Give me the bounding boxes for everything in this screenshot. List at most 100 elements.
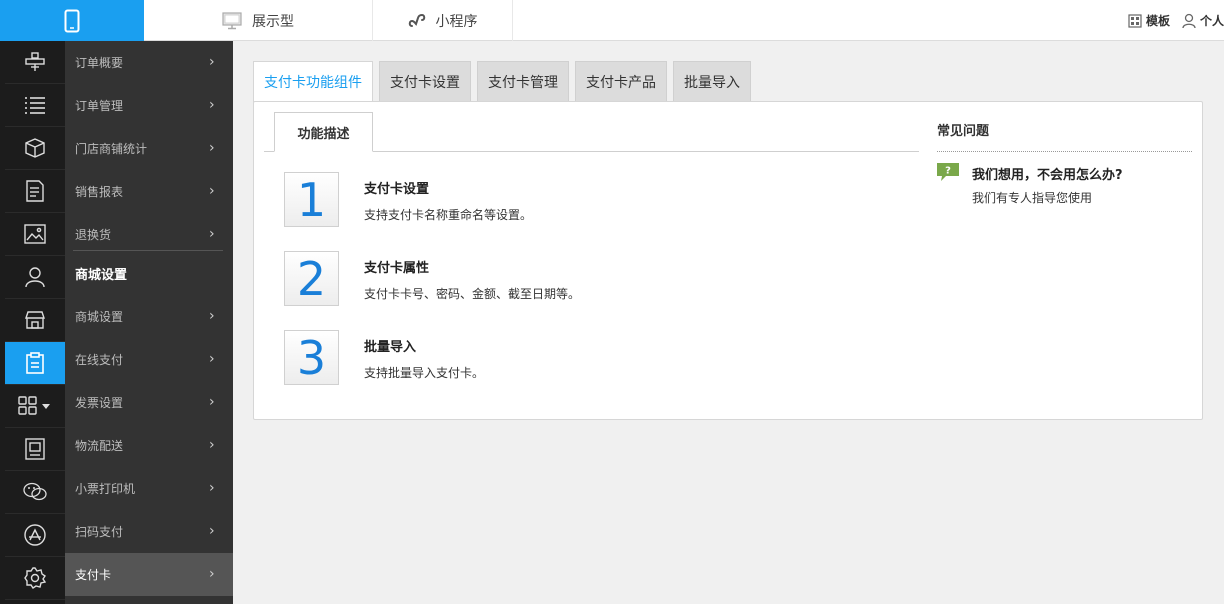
- tab-payment-card-components[interactable]: 支付卡功能组件: [253, 61, 373, 102]
- submenu-item-label: 发票设置: [75, 396, 124, 410]
- faq-question[interactable]: 我们想用，不会用怎么办?: [972, 164, 1123, 183]
- chevron-right-icon: ›: [209, 351, 215, 367]
- submenu-item-mall-settings[interactable]: 商城设置 ›: [65, 295, 233, 338]
- user-icon: [1182, 13, 1196, 28]
- rail-item-user[interactable]: [5, 256, 65, 299]
- app-store-icon: [24, 524, 46, 546]
- feature-description: 支持批量导入支付卡。: [364, 366, 485, 380]
- rail-item-image[interactable]: [5, 213, 65, 256]
- user-icon: [25, 267, 45, 288]
- submenu-item-receipt-printer[interactable]: 小票打印机 ›: [65, 467, 233, 510]
- submenu-item-label: 支付卡: [75, 568, 112, 582]
- feature-title: 支付卡设置: [364, 182, 430, 197]
- gear-icon: [24, 567, 46, 589]
- submenu-item-label: 订单概要: [75, 56, 124, 70]
- personal-label: 个人: [1199, 14, 1224, 28]
- submenu-section-mall-settings: 商城设置: [65, 252, 233, 295]
- chevron-right-icon: ›: [209, 97, 215, 113]
- submenu-item-label: 小票打印机: [75, 482, 136, 496]
- feature-number: 1: [284, 172, 339, 227]
- report-icon: [26, 180, 44, 202]
- submenu-item-label: 在线支付: [75, 353, 124, 367]
- top-right-links: 模板 个人: [1128, 0, 1224, 41]
- top-bar: 展示型 小程序 模板 个人: [0, 0, 1224, 41]
- chevron-right-icon: ›: [209, 566, 215, 582]
- rail-item-clipboard[interactable]: [5, 342, 65, 385]
- submenu-item-online-payment[interactable]: 在线支付 ›: [65, 338, 233, 381]
- rail-item-list[interactable]: [5, 84, 65, 127]
- rail-item-appstore[interactable]: [5, 514, 65, 557]
- tab-payment-card-management[interactable]: 支付卡管理: [477, 61, 569, 101]
- store-icon: [25, 311, 45, 329]
- submenu-item-label: 商城设置: [75, 310, 124, 324]
- feature-description: 支持支付卡名称重命名等设置。: [364, 208, 533, 222]
- feature-item: 3 批量导入 支持批量导入支付卡。: [284, 330, 884, 386]
- submenu-item-label: 退换货: [75, 228, 112, 242]
- rail-item-settings[interactable]: [5, 557, 65, 600]
- tab-payment-card-products[interactable]: 支付卡产品: [575, 61, 667, 101]
- icon-rail: [0, 41, 65, 604]
- tab-batch-import[interactable]: 批量导入: [673, 61, 751, 101]
- submenu-item-invoice-settings[interactable]: 发票设置 ›: [65, 381, 233, 424]
- feature-item: 2 支付卡属性 支付卡卡号、密码、金额、截至日期等。: [284, 251, 884, 307]
- svg-text:?: ?: [945, 166, 951, 177]
- personal-link[interactable]: 个人: [1182, 12, 1224, 29]
- poster-icon: [25, 438, 45, 460]
- feature-title: 支付卡属性: [364, 261, 430, 276]
- submenu-item-scan-pay[interactable]: 扫码支付 ›: [65, 510, 233, 553]
- faq-title: 常见问题: [937, 112, 1192, 152]
- tab-payment-card-settings[interactable]: 支付卡设置: [379, 61, 471, 101]
- feature-item: 1 支付卡设置 支持支付卡名称重命名等设置。: [284, 172, 884, 228]
- submenu-item-order-summary[interactable]: 订单概要 ›: [65, 41, 233, 84]
- faq-question-row[interactable]: ? 我们想用，不会用怎么办?: [937, 163, 1192, 183]
- main-content: 支付卡功能组件 支付卡设置 支付卡管理 支付卡产品 批量导入 功能描述 1 支付…: [233, 41, 1224, 604]
- submenu-item-label: 销售报表: [75, 185, 124, 199]
- chevron-right-icon: ›: [209, 437, 215, 453]
- submenu-item-sales-report[interactable]: 销售报表 ›: [65, 170, 233, 213]
- feature-title: 批量导入: [364, 340, 417, 355]
- rail-item-wechat[interactable]: [5, 471, 65, 514]
- faq-section: 常见问题 ? 我们想用，不会用怎么办? 我们有专人指导您使用: [937, 112, 1192, 206]
- monitor-icon: [222, 11, 242, 29]
- submenu: 订单概要 › 订单管理 › 门店商铺统计 › 销售报表 › 退换货 › 商城设置 商城设置…: [65, 41, 233, 604]
- submenu-item-order-management[interactable]: 订单管理 ›: [65, 84, 233, 127]
- plugin-icon: [25, 52, 45, 71]
- rail-item-poster[interactable]: [5, 428, 65, 471]
- display-mode-tab[interactable]: 展示型: [144, 0, 373, 41]
- clipboard-icon: [26, 352, 44, 374]
- box-icon: [25, 138, 45, 158]
- mini-program-icon: [408, 13, 425, 27]
- chevron-right-icon: ›: [209, 308, 215, 324]
- chevron-right-icon: ›: [209, 394, 215, 410]
- chevron-right-icon: ›: [209, 183, 215, 199]
- subtab-feature-description[interactable]: 功能描述: [274, 112, 373, 152]
- mini-program-tab[interactable]: 小程序: [373, 0, 513, 41]
- mobile-mode-tab[interactable]: [0, 0, 144, 41]
- feature-number: 2: [284, 251, 339, 306]
- rail-item-box[interactable]: [5, 127, 65, 170]
- template-label: 模板: [1145, 14, 1170, 28]
- question-icon: ?: [937, 163, 959, 181]
- submenu-item-payment-card[interactable]: 支付卡 ›: [65, 553, 233, 596]
- phone-icon: [64, 9, 80, 32]
- list-icon: [25, 97, 45, 114]
- template-link[interactable]: 模板: [1128, 12, 1170, 29]
- tab-bar: 支付卡功能组件 支付卡设置 支付卡管理 支付卡产品 批量导入: [253, 61, 751, 102]
- rail-item-apps[interactable]: [5, 385, 65, 428]
- rail-item-store[interactable]: [5, 299, 65, 342]
- submenu-divider: [73, 250, 223, 251]
- submenu-item-label: 订单管理: [75, 99, 124, 113]
- mini-program-label: 小程序: [435, 13, 478, 30]
- image-icon: [24, 224, 46, 244]
- chevron-right-icon: ›: [209, 140, 215, 156]
- submenu-item-logistics[interactable]: 物流配送 ›: [65, 424, 233, 467]
- submenu-section-label: 商城设置: [75, 268, 128, 283]
- rail-item-report[interactable]: [5, 170, 65, 213]
- chevron-right-icon: ›: [209, 226, 215, 242]
- submenu-item-store-stats[interactable]: 门店商铺统计 ›: [65, 127, 233, 170]
- apps-grid-icon: [18, 396, 50, 415]
- template-icon: [1128, 13, 1142, 28]
- submenu-item-label: 扫码支付: [75, 525, 124, 539]
- rail-item-plugin[interactable]: [5, 41, 65, 84]
- display-mode-label: 展示型: [252, 13, 294, 30]
